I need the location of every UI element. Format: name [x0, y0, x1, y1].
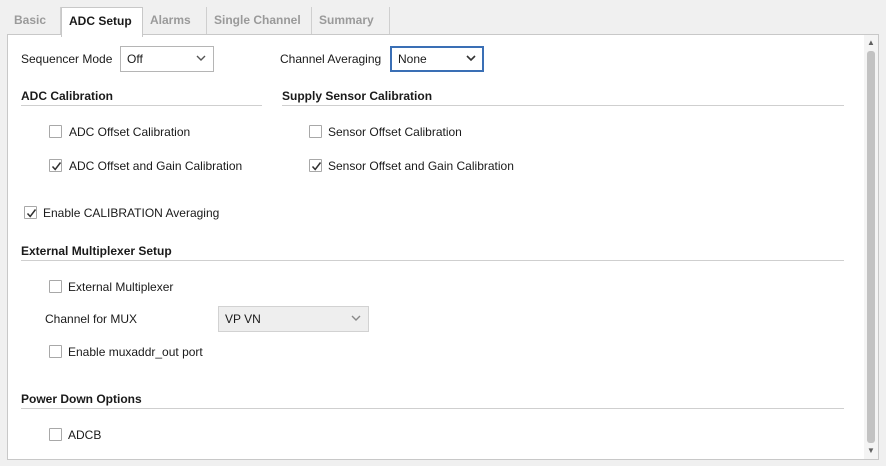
adc-offset-calibration-checkbox[interactable]	[49, 125, 62, 138]
sequencer-mode-label: Sequencer Mode	[21, 52, 113, 66]
adc-offset-calibration-label: ADC Offset Calibration	[69, 125, 191, 139]
vertical-scrollbar[interactable]: ▲ ▼	[864, 35, 878, 459]
tab-basic[interactable]: Basic	[7, 7, 61, 35]
sensor-offset-calibration-label: Sensor Offset Calibration	[328, 125, 462, 139]
adc-offset-gain-calibration-label: ADC Offset and Gain Calibration	[69, 159, 243, 173]
adc-setup-panel: Sequencer Mode Off Channel Averaging Non…	[7, 34, 879, 460]
sensor-offset-gain-calibration-label: Sensor Offset and Gain Calibration	[328, 159, 514, 173]
enable-calibration-averaging-label: Enable CALIBRATION Averaging	[43, 206, 220, 220]
channel-for-mux-value: VP VN	[225, 312, 261, 326]
chevron-down-icon	[196, 55, 206, 64]
divider	[21, 260, 844, 261]
enable-muxaddr-out-label: Enable muxaddr_out port	[68, 345, 203, 359]
channel-averaging-label: Channel Averaging	[280, 52, 382, 66]
tab-bar: Basic ADC Setup Alarms Single Channel Su…	[7, 7, 879, 37]
channel-averaging-value: None	[398, 52, 427, 66]
divider	[21, 105, 262, 106]
tab-adc-setup[interactable]: ADC Setup	[61, 7, 143, 37]
channel-for-mux-label: Channel for MUX	[45, 312, 138, 326]
sensor-offset-gain-calibration-checkbox[interactable]	[309, 159, 322, 172]
power-down-options-title: Power Down Options	[21, 392, 142, 406]
supply-sensor-calibration-title: Supply Sensor Calibration	[282, 89, 433, 103]
tab-single-channel[interactable]: Single Channel	[207, 7, 312, 35]
enable-muxaddr-out-checkbox[interactable]	[49, 345, 62, 358]
adcb-label: ADCB	[68, 428, 102, 442]
channel-averaging-select[interactable]: None	[390, 46, 484, 72]
scrollbar-thumb[interactable]	[867, 51, 875, 443]
checkmark-icon	[26, 209, 37, 218]
divider	[21, 408, 844, 409]
channel-for-mux-select[interactable]: VP VN	[218, 306, 369, 332]
window: Basic ADC Setup Alarms Single Channel Su…	[0, 0, 886, 466]
external-multiplexer-label: External Multiplexer	[68, 280, 174, 294]
adcb-checkbox[interactable]	[49, 428, 62, 441]
sequencer-mode-select[interactable]: Off	[120, 46, 214, 72]
sensor-offset-calibration-checkbox[interactable]	[309, 125, 322, 138]
adc-calibration-title: ADC Calibration	[21, 89, 114, 103]
chevron-down-icon	[466, 55, 476, 64]
chevron-down-icon	[351, 315, 361, 324]
adc-offset-gain-calibration-checkbox[interactable]	[49, 159, 62, 172]
external-multiplexer-checkbox[interactable]	[49, 280, 62, 293]
sequencer-mode-value: Off	[127, 52, 143, 66]
scroll-down-icon[interactable]: ▼	[864, 444, 878, 458]
external-multiplexer-setup-title: External Multiplexer Setup	[21, 244, 172, 258]
enable-calibration-averaging-checkbox[interactable]	[24, 206, 37, 219]
divider	[282, 105, 844, 106]
tab-summary[interactable]: Summary	[312, 7, 390, 35]
scroll-up-icon[interactable]: ▲	[864, 36, 878, 50]
checkmark-icon	[51, 162, 62, 171]
tab-alarms[interactable]: Alarms	[143, 7, 207, 35]
checkmark-icon	[311, 162, 322, 171]
